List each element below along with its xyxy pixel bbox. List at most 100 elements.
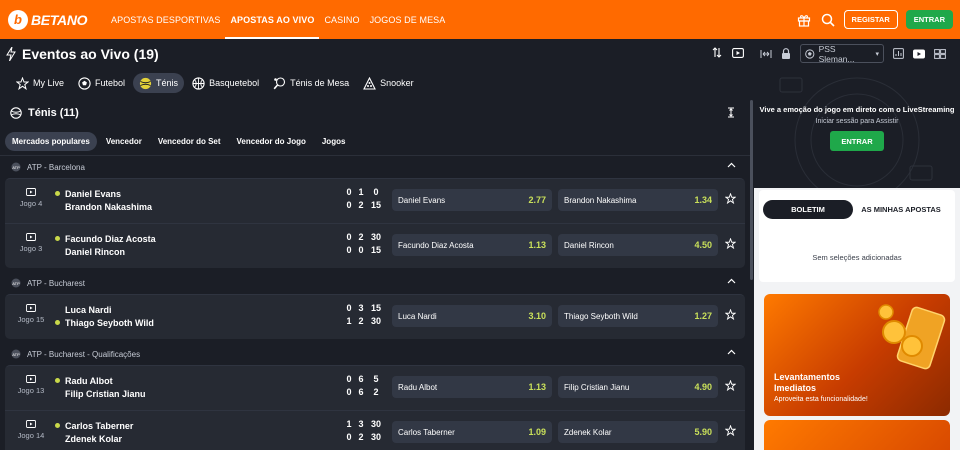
sport-tab-futebol[interactable]: Futebol [72, 73, 131, 93]
live-stream-icon[interactable] [26, 188, 36, 196]
league-header[interactable]: ATP ATP - Bucharest - Qualificações [0, 343, 752, 365]
register-button[interactable]: REGISTAR [843, 10, 898, 29]
search-icon[interactable] [820, 12, 836, 28]
live-stream-icon[interactable] [26, 420, 36, 428]
odd-button-home[interactable]: Carlos Taberner 1.09 [392, 421, 552, 443]
lock-icon[interactable] [781, 48, 791, 59]
live-stream-icon[interactable] [26, 375, 36, 383]
nav-jogos-de-mesa[interactable]: JOGOS DE MESA [365, 0, 451, 39]
promo-banner-secondary[interactable] [764, 420, 950, 450]
league-name: ATP - Bucharest [27, 278, 85, 288]
market-tab-jogos[interactable]: Jogos [315, 132, 353, 151]
odd-button-away[interactable]: Zdenek Kolar 5.90 [558, 421, 718, 443]
odd-button-home[interactable]: Facundo Diaz Acosta 1.13 [392, 234, 552, 256]
view-controls [712, 47, 744, 58]
player-name: Filip Cristian Jianu [65, 388, 146, 399]
odd-button-home[interactable]: Daniel Evans 2.77 [392, 189, 552, 211]
favorite-star-icon[interactable] [725, 380, 736, 391]
match-score: 0 2 30 0 0 15 [343, 232, 385, 258]
market-tab-vencedor-jogo[interactable]: Vencedor do Jogo [230, 132, 313, 151]
odd-button-away[interactable]: Filip Cristian Jianu 4.90 [558, 376, 718, 398]
events-scrollbar[interactable] [750, 100, 753, 280]
soccer-ball-icon [78, 76, 91, 90]
match-row[interactable]: Jogo 13 Radu Albot Filip Cristian Jianu … [5, 365, 745, 410]
live-stream-icon[interactable] [26, 233, 36, 241]
odd-button-away[interactable]: Thiago Seyboth Wild 1.27 [558, 305, 718, 327]
chevron-up-icon[interactable] [727, 278, 736, 284]
login-button[interactable]: ENTRAR [905, 10, 953, 29]
sport-tab-snooker[interactable]: Snooker [357, 73, 420, 93]
chevron-up-icon[interactable] [727, 349, 736, 355]
match-players: Luca Nardi Thiago Seyboth Wild [55, 303, 154, 329]
game-number: Jogo 3 [19, 244, 43, 253]
match-row[interactable]: Jogo 4 Daniel Evans Brandon Nakashima 01… [5, 178, 745, 223]
chevron-down-icon: ▾ [875, 50, 879, 58]
match-meta: Jogo 4 [15, 188, 47, 208]
match-meta: Jogo 3 [15, 233, 47, 253]
video-icon[interactable] [732, 47, 744, 58]
favorite-star-icon[interactable] [725, 238, 736, 249]
league-header[interactable]: ATP ATP - Barcelona [0, 156, 752, 178]
betano-logo[interactable]: b BETANO [8, 9, 98, 30]
score-sets: 0 [346, 432, 352, 442]
sort-icon[interactable] [712, 47, 722, 58]
match-row[interactable]: Jogo 15 Luca Nardi Thiago Seyboth Wild 0… [5, 294, 745, 339]
tab-minhas-apostas[interactable]: AS MINHAS APOSTAS [861, 205, 941, 214]
odd-value: 1.27 [694, 311, 712, 321]
league-header[interactable]: ATP ATP - Bucharest [0, 272, 752, 294]
odd-button-home[interactable]: Luca Nardi 3.10 [392, 305, 552, 327]
match-score: 065 062 [343, 374, 385, 400]
logo-text: BETANO [31, 11, 88, 28]
player-name: Daniel Evans [65, 188, 122, 199]
score-games: 3 [358, 419, 364, 429]
match-row[interactable]: Jogo 3 Facundo Diaz Acosta Daniel Rincon… [5, 223, 745, 268]
stream-channel-select[interactable]: PSS Sleman... ▾ [800, 44, 884, 64]
tab-boletim[interactable]: BOLETIM [763, 200, 853, 219]
serve-indicator [55, 236, 60, 241]
match-meta: Jogo 15 [15, 304, 47, 324]
market-tab-vencedor[interactable]: Vencedor [99, 132, 149, 151]
odd-value: 1.34 [694, 195, 712, 205]
livestream-login-button[interactable]: ENTRAR [830, 131, 884, 151]
sport-tab-basquetebol[interactable]: Basquetebol [186, 73, 265, 93]
serve-indicator [55, 378, 60, 383]
collapse-all-icon[interactable] [727, 107, 735, 118]
score-sets: 0 [346, 387, 352, 397]
player-name: Facundo Diaz Acosta [65, 233, 156, 244]
score-games: 2 [358, 232, 364, 242]
nav-apostas-ao-vivo[interactable]: APOSTAS AO VIVO [225, 0, 320, 39]
svg-text:ATP: ATP [12, 165, 20, 170]
multiview-icon[interactable] [934, 48, 946, 59]
odd-button-home[interactable]: Radu Albot 1.13 [392, 376, 552, 398]
play-video-icon[interactable] [913, 49, 925, 59]
gift-icon[interactable] [796, 12, 812, 28]
match-row[interactable]: Jogo 14 Carlos Taberner Zdenek Kolar 133… [5, 410, 745, 450]
odd-value: 3.10 [528, 311, 546, 321]
odd-button-away[interactable]: Brandon Nakashima 1.34 [558, 189, 718, 211]
favorite-star-icon[interactable] [725, 425, 736, 436]
promo-banner[interactable]: Levantamentos Imediatos Aproveita esta f… [764, 294, 950, 416]
sport-tab-tenis[interactable]: Ténis [133, 73, 185, 93]
player-home: Luca Nardi [55, 303, 154, 316]
stats-icon[interactable] [893, 48, 904, 59]
expand-icon[interactable] [760, 49, 772, 59]
market-tab-vencedor-set[interactable]: Vencedor do Set [151, 132, 228, 151]
nav-apostas-desportivas[interactable]: APOSTAS DESPORTIVAS [106, 0, 225, 39]
nav-casino[interactable]: CASINO [319, 0, 364, 39]
svg-text:ATP: ATP [12, 352, 20, 357]
events-header: Eventos ao Vivo (19) PSS Sleman... ▾ [0, 39, 960, 69]
odd-button-away[interactable]: Daniel Rincon 4.50 [558, 234, 718, 256]
sport-tab-label: My Live [33, 78, 65, 88]
section-title: Ténis (11) [28, 107, 79, 119]
chevron-up-icon[interactable] [727, 162, 736, 168]
sport-tab-tenis-de-mesa[interactable]: Ténis de Mesa [267, 73, 355, 93]
sport-tab-label: Snooker [380, 78, 414, 88]
favorite-star-icon[interactable] [725, 309, 736, 320]
game-number: Jogo 14 [17, 431, 45, 440]
sport-tab-my-live[interactable]: My Live [10, 73, 70, 93]
livestream-text: Vive a emoção do jogo em direto com o Li… [759, 105, 955, 114]
market-tab-popular[interactable]: Mercados populares [5, 132, 97, 151]
live-stream-icon[interactable] [26, 304, 36, 312]
promo-title: Levantamentos Imediatos [774, 372, 841, 393]
favorite-star-icon[interactable] [725, 193, 736, 204]
